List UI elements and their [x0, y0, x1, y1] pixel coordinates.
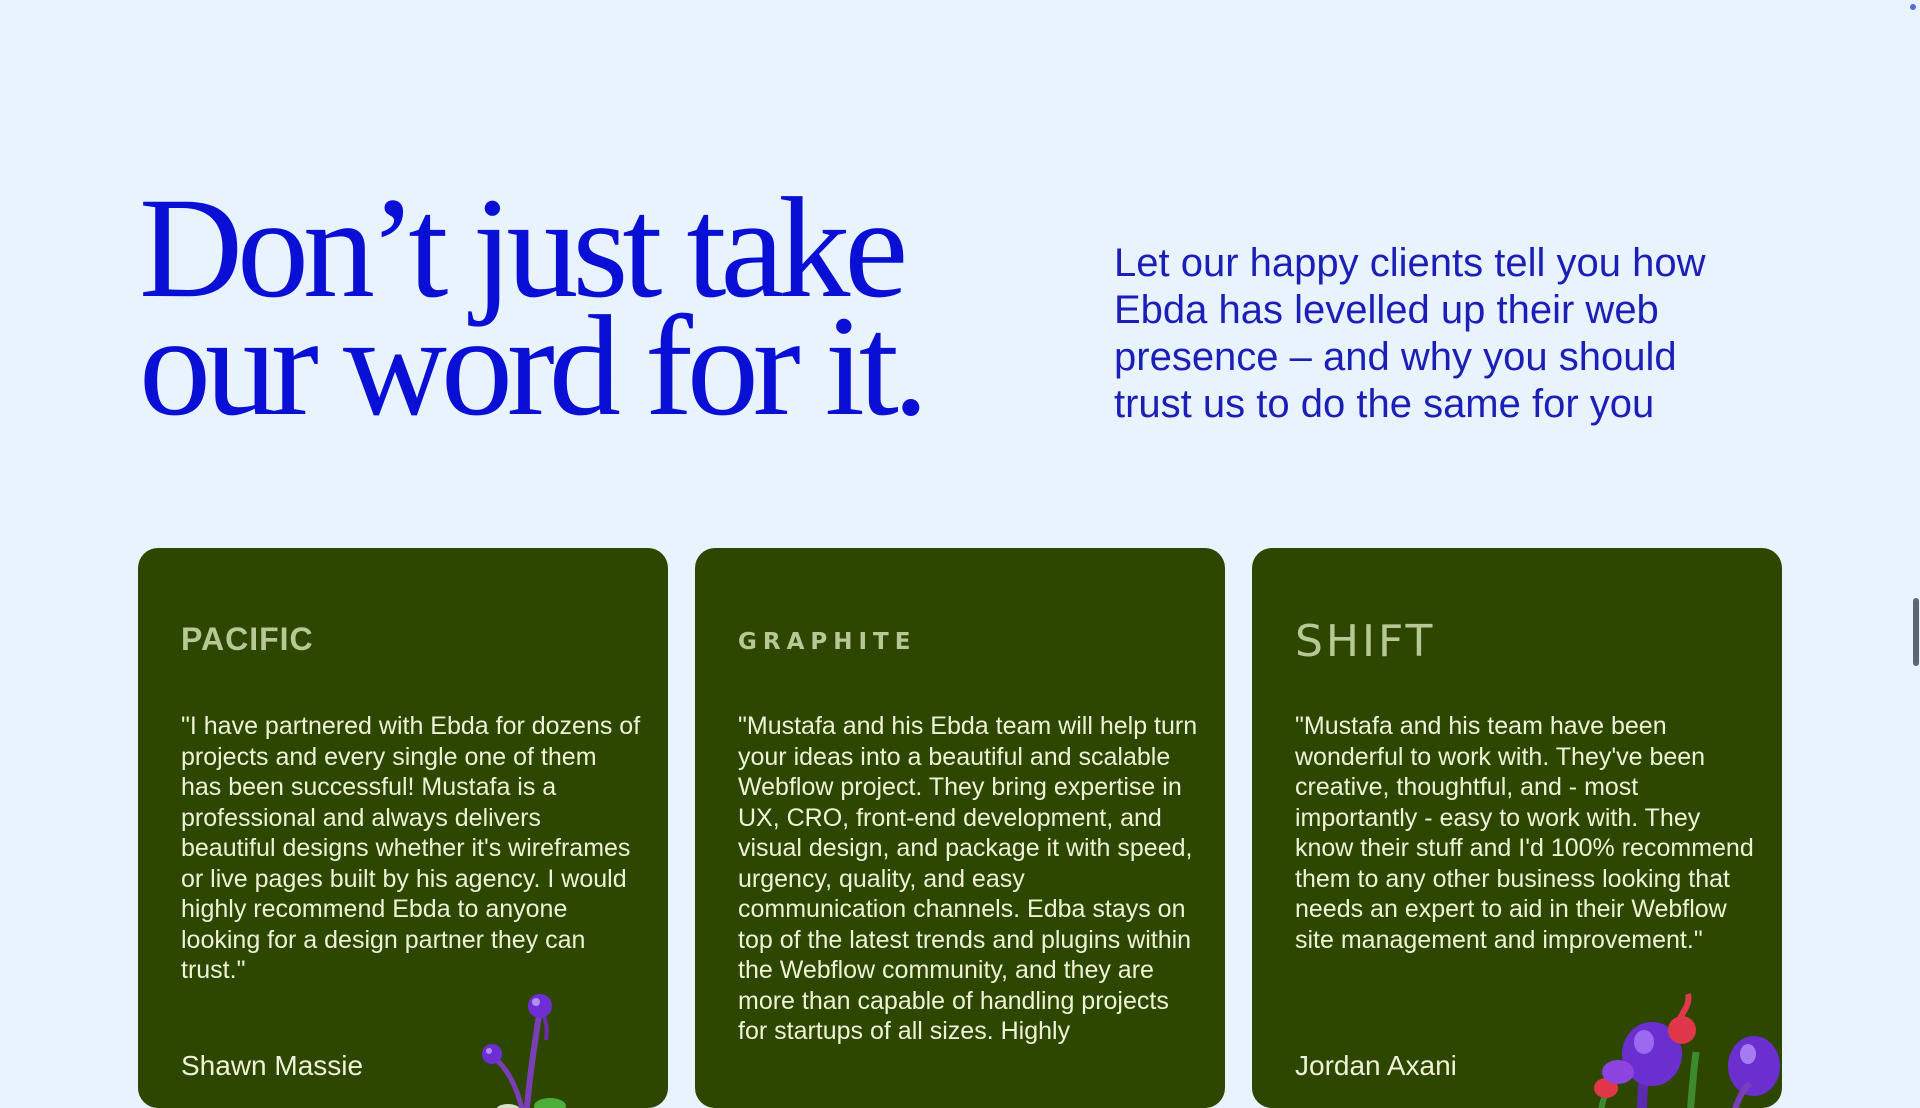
shift-logo: SHIFT [1295, 616, 1436, 667]
testimonial-author: Jordan Axani [1295, 1050, 1457, 1081]
testimonial-card-pacific: PACIFIC "I have partnered with Ebda for … [138, 548, 668, 1108]
section-headline: Don’t just take our word for it. [139, 177, 959, 439]
testimonial-card-graphite: GRAPHITE "Mustafa and his Ebda team will… [695, 548, 1225, 1108]
testimonial-quote: "I have partnered with Ebda for dozens o… [181, 712, 641, 984]
scrollbar-thumb[interactable] [1913, 598, 1919, 666]
purple-flower-sprout-icon [482, 994, 566, 1108]
testimonial-cards: PACIFIC "I have partnered with Ebda for … [138, 548, 1783, 1108]
testimonial-quote: "Mustafa and his team have been wonderfu… [1295, 712, 1754, 954]
testimonial-quote: "Mustafa and his Ebda team will help tur… [738, 712, 1198, 1045]
headline-line-2: our word for it. [139, 287, 929, 446]
testimonial-author: Shawn Massie [181, 1050, 364, 1081]
purple-mushroom-cluster-icon [1594, 993, 1780, 1108]
pacific-logo: PACIFIC [181, 621, 314, 657]
graphite-logo: GRAPHITE [738, 629, 917, 655]
testimonial-card-shift: SHIFT "Mustafa and his team have been wo… [1252, 548, 1782, 1108]
scroll-indicator-dot [1910, 4, 1916, 10]
section-intro: Let our happy clients tell you how Ebda … [1114, 241, 1706, 426]
page-scrollbar[interactable] [1906, 0, 1920, 1080]
